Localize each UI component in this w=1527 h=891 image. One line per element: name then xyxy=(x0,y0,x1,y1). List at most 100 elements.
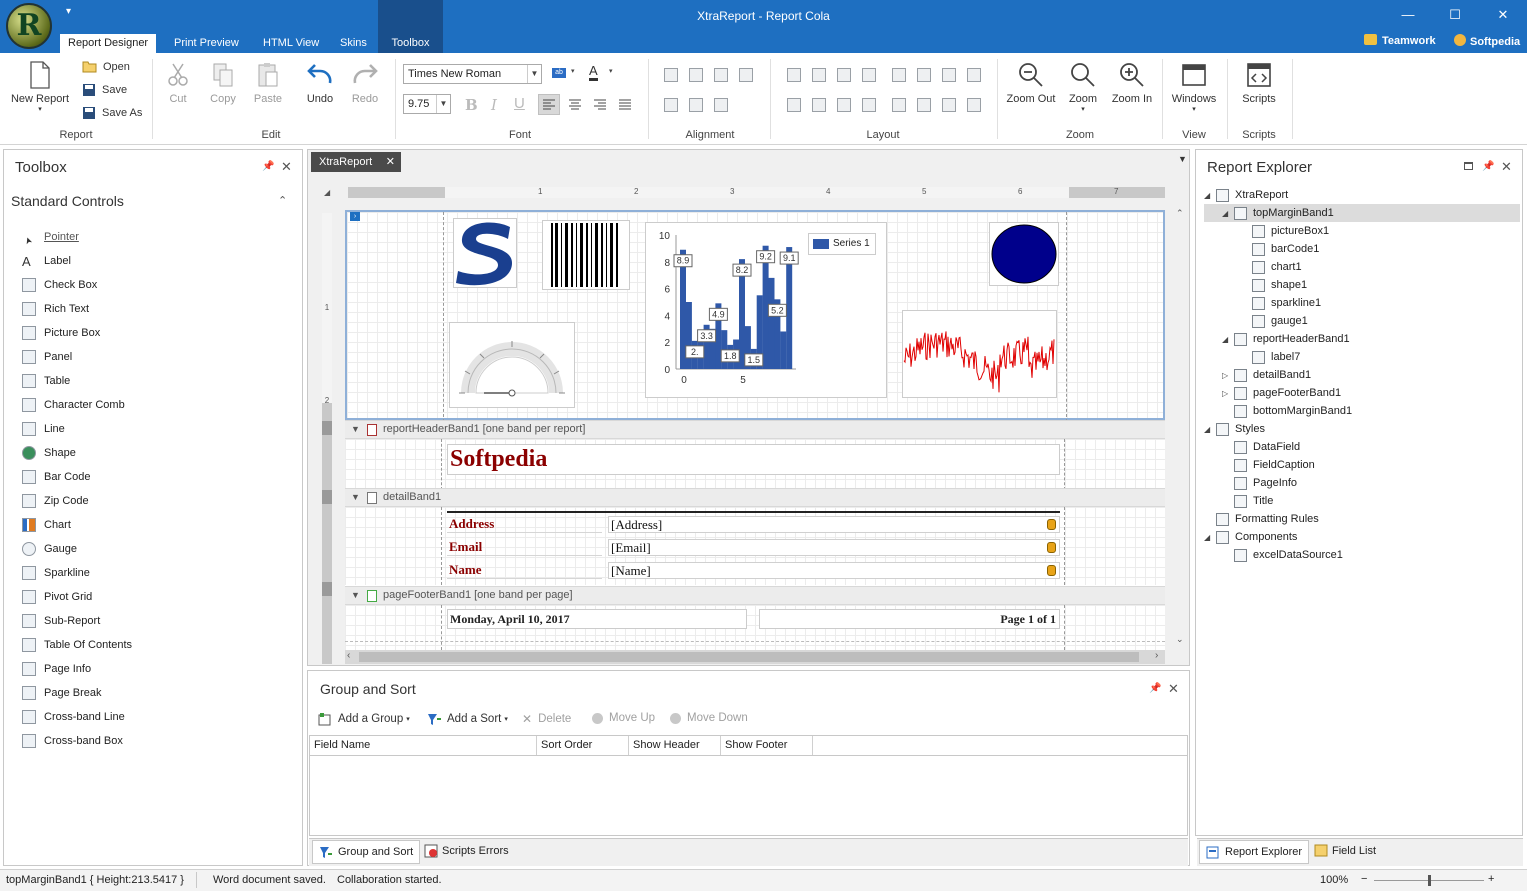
collapse-icon[interactable]: ▼ xyxy=(351,489,360,506)
vertical-ruler[interactable]: 1 2 xyxy=(322,213,332,664)
tree-node-exceldatasource1[interactable]: excelDataSource1 xyxy=(1204,546,1520,564)
close-button[interactable]: ✕ xyxy=(1490,5,1516,25)
toolbox-item-panel[interactable]: Panel xyxy=(22,345,72,369)
maximize-button[interactable]: ☐ xyxy=(1442,5,1468,25)
field-caption-address[interactable]: Address xyxy=(447,516,602,533)
toolbox-item-crossbox[interactable]: Cross-band Box xyxy=(22,729,123,753)
tree-node-chart1[interactable]: chart1 xyxy=(1204,258,1520,276)
highlight-color-icon[interactable]: ab xyxy=(552,68,566,78)
remove-vspacing-icon[interactable] xyxy=(862,98,876,112)
toolbox-item-charcomb[interactable]: Character Comb xyxy=(22,393,125,417)
windows-button[interactable]: Windows ▾ xyxy=(1168,61,1220,113)
chart[interactable]: 0 2 4 6 8 10 0 5 8.9 2. 3.3 4.9 1.8 8.2 1.5 9.2 5.2 9.1 S… xyxy=(645,222,887,398)
tree-node-fieldcaption[interactable]: FieldCaption xyxy=(1204,456,1520,474)
zoom-minus-button[interactable]: − xyxy=(1361,873,1367,885)
scroll-up-icon[interactable]: ⌃ xyxy=(1176,208,1184,219)
make-same-size-icon[interactable] xyxy=(862,68,876,82)
page-footer-band[interactable]: Monday, April 10, 2017 Page 1 of 1 xyxy=(345,605,1165,650)
pin-icon[interactable]: 📌 xyxy=(1149,683,1161,694)
align-lefts-icon[interactable] xyxy=(664,68,678,82)
toolbox-item-shape[interactable]: Shape xyxy=(22,441,76,465)
align-centers-icon[interactable] xyxy=(689,68,703,82)
zoom-in-button[interactable]: Zoom In xyxy=(1108,61,1156,105)
tree-node-label7[interactable]: label7 xyxy=(1204,348,1520,366)
tree-node-detailband1[interactable]: ▷ detailBand1 xyxy=(1204,366,1520,384)
column-sort-order[interactable]: Sort Order xyxy=(537,736,629,755)
expand-icon[interactable]: ◢ xyxy=(1204,191,1216,200)
align-rights-icon[interactable] xyxy=(714,68,728,82)
font-family-select[interactable]: Times New Roman ▼ xyxy=(403,64,542,84)
sparkline[interactable] xyxy=(902,310,1057,398)
gauge[interactable] xyxy=(449,322,575,408)
toolbox-item-pageinfo[interactable]: Page Info xyxy=(22,657,91,681)
align-center-icon[interactable] xyxy=(568,99,582,111)
move-up-button[interactable]: Move Up xyxy=(592,712,655,724)
tab-html-view[interactable]: HTML View xyxy=(255,34,327,53)
doc-tab-xtrareport[interactable]: XtraReport ✕ xyxy=(311,152,401,172)
zoom-out-button[interactable]: Zoom Out xyxy=(1004,61,1058,105)
column-show-footer[interactable]: Show Footer xyxy=(721,736,813,755)
scroll-thumb[interactable] xyxy=(359,652,1139,662)
tab-field-list[interactable]: Field List xyxy=(1314,844,1376,857)
center-vertically-icon[interactable] xyxy=(917,98,931,112)
expand-icon[interactable]: ◢ xyxy=(1222,335,1234,344)
decrease-vspacing-icon[interactable] xyxy=(837,98,851,112)
zoom-slider-thumb[interactable] xyxy=(1428,875,1431,886)
tree-node-shape1[interactable]: shape1 xyxy=(1204,276,1520,294)
italic-button[interactable]: I xyxy=(491,96,497,114)
bold-button[interactable]: B xyxy=(465,96,478,114)
horizontal-spacing-icon[interactable] xyxy=(892,68,906,82)
column-field-name[interactable]: Field Name xyxy=(310,736,537,755)
page-info-date[interactable]: Monday, April 10, 2017 xyxy=(447,609,747,629)
align-bottoms-icon[interactable] xyxy=(714,98,728,112)
zoom-slider[interactable] xyxy=(1374,875,1484,886)
toolbox-item-picture[interactable]: Picture Box xyxy=(22,321,100,345)
expand-icon[interactable]: ▷ xyxy=(1222,389,1234,398)
make-same-width-icon[interactable] xyxy=(787,68,801,82)
close-icon[interactable]: ✕ xyxy=(1501,159,1512,175)
expand-icon[interactable]: ▷ xyxy=(1222,371,1234,380)
font-color-icon[interactable]: A xyxy=(589,64,598,81)
add-group-button[interactable]: Add a Group ▾ xyxy=(318,712,410,726)
toolbox-item-label[interactable]: A Label xyxy=(22,249,71,273)
field-value-email[interactable]: [Email] xyxy=(608,539,1060,556)
justify-icon[interactable] xyxy=(618,99,632,111)
paste-button[interactable]: Paste xyxy=(251,61,285,105)
scripts-button[interactable]: Scripts xyxy=(1234,61,1284,105)
tree-node-pageinfo[interactable]: PageInfo xyxy=(1204,474,1520,492)
page-footer-band-header[interactable]: ▼ pageFooterBand1 [one band per page] xyxy=(345,586,1165,605)
save-button[interactable]: Save xyxy=(82,83,127,97)
center-horizontally-icon[interactable] xyxy=(892,98,906,112)
field-caption-email[interactable]: Email xyxy=(447,539,602,556)
horizontal-ruler[interactable]: 1 2 3 4 5 6 7 xyxy=(348,187,1165,198)
tree-node-bottommarginband1[interactable]: bottomMarginBand1 xyxy=(1204,402,1520,420)
picture-box[interactable] xyxy=(453,218,517,288)
tab-group-and-sort[interactable]: Group and Sort xyxy=(312,840,421,864)
scroll-right-icon[interactable]: › xyxy=(1155,650,1158,661)
tree-node-picturebox1[interactable]: pictureBox1 xyxy=(1204,222,1520,240)
close-icon[interactable]: ✕ xyxy=(386,152,395,172)
increase-vspacing-icon[interactable] xyxy=(812,98,826,112)
tab-scripts-errors[interactable]: Scripts Errors xyxy=(424,844,509,858)
tree-node-barcode1[interactable]: barCode1 xyxy=(1204,240,1520,258)
tab-report-designer[interactable]: Report Designer xyxy=(60,34,157,53)
report-header-band-header[interactable]: ▼ reportHeaderBand1 [one band per report… xyxy=(345,420,1165,439)
restore-icon[interactable] xyxy=(1464,162,1473,170)
vertical-scrollbar[interactable]: ⌃ ⌄ xyxy=(1174,208,1188,648)
decrease-hspacing-icon[interactable] xyxy=(942,68,956,82)
zoom-button[interactable]: Zoom ▾ xyxy=(1063,61,1103,113)
chevron-up-icon[interactable]: ⌃ xyxy=(278,194,287,207)
new-report-button[interactable]: New Report ▾ xyxy=(8,61,72,113)
shape[interactable] xyxy=(989,222,1059,286)
move-down-button[interactable]: Move Down xyxy=(670,712,748,724)
make-same-height-icon[interactable] xyxy=(837,68,851,82)
toolbox-item-pointer[interactable]: ➤ Pointer xyxy=(22,225,79,249)
size-to-grid-icon[interactable] xyxy=(812,68,826,82)
redo-button[interactable]: Redo xyxy=(348,61,382,105)
font-size-select[interactable]: 9.75 ▼ xyxy=(403,94,451,114)
teamwork-link[interactable]: Teamwork xyxy=(1364,34,1436,47)
tree-node-styles[interactable]: ◢ Styles xyxy=(1204,420,1520,438)
tree-node-pagefooterband1[interactable]: ▷ pageFooterBand1 xyxy=(1204,384,1520,402)
collapse-icon[interactable]: ▼ xyxy=(351,587,360,604)
delete-button[interactable]: ✕ Delete xyxy=(522,712,571,726)
